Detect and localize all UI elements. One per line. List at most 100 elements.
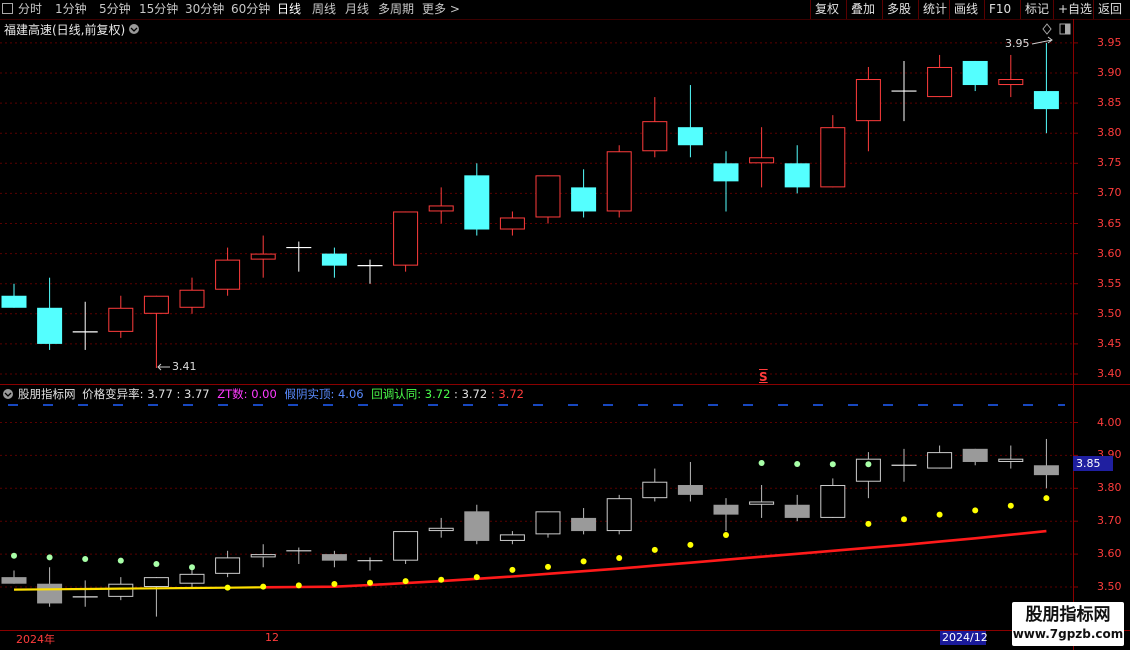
green-dot (829, 461, 836, 468)
candle-body (606, 151, 632, 212)
indicator-body (108, 583, 134, 597)
jy-label: 假阴实顶: (284, 387, 335, 401)
jy-value: 4.06 (337, 387, 364, 401)
candle-body (1033, 91, 1059, 110)
indicator-body (37, 583, 63, 604)
candle-body (784, 163, 810, 188)
indicator-body (250, 554, 276, 558)
candle-body (179, 289, 205, 308)
indicator-tick-label: 4.00 (1097, 415, 1122, 429)
indicator-tick-label: 3.70 (1097, 514, 1122, 528)
indicator-body (749, 501, 775, 505)
indicator-body (321, 554, 347, 561)
kline-chart[interactable] (0, 0, 1130, 650)
candle-body (321, 253, 347, 266)
settings-circle-icon[interactable] (129, 24, 139, 34)
watermark-logo: 股朋指标网 www.7gpzb.com (1012, 602, 1124, 646)
indicator-body (428, 527, 454, 532)
indicator-tick-label: 3.50 (1097, 580, 1122, 593)
low-price-label: 3.41 (172, 360, 197, 373)
indicator-body (143, 577, 169, 588)
indicator-body (820, 485, 846, 518)
price-tick-label: 3.55 (1097, 276, 1122, 290)
green-dot (82, 556, 89, 563)
yellow-dot (901, 516, 907, 523)
green-dot (865, 461, 872, 468)
price-tick-label: 3.75 (1097, 156, 1122, 170)
candle-body (820, 127, 846, 188)
yellow-dot (331, 581, 338, 588)
price-tick-label: 3.45 (1097, 336, 1122, 350)
ht-value-3: : 3.72 (490, 387, 524, 401)
indicator-body (927, 452, 953, 469)
x-axis-end-label: 2024/12 (940, 631, 988, 645)
green-dot (189, 564, 195, 571)
ma-line-red (263, 529, 1047, 589)
yellow-dot (972, 507, 979, 514)
indicator-body (571, 517, 597, 532)
indicator-body (677, 485, 703, 495)
line1-value-2: : 3.77 (176, 387, 210, 401)
indicator-body (1033, 465, 1059, 476)
candle-body (250, 253, 276, 260)
yellow-dot (687, 541, 694, 548)
candle-body (962, 60, 988, 86)
yellow-dot (295, 582, 302, 589)
yellow-dot (224, 584, 231, 591)
x-axis-month-label: 12 (265, 631, 279, 644)
indicator-name: 股朋指标网 (18, 387, 76, 401)
candle-body (535, 175, 561, 218)
indicator-body (998, 458, 1024, 462)
candle-body (108, 307, 134, 332)
price-tick-label: 3.65 (1097, 216, 1122, 230)
candle-body (464, 175, 490, 230)
green-dot (46, 554, 53, 561)
indicator-menu-icon[interactable] (3, 389, 13, 399)
candle-body (37, 307, 63, 344)
indicator-body (179, 573, 205, 584)
x-axis-start-label: 2024年 (16, 633, 55, 646)
price-tick-label: 3.50 (1097, 306, 1122, 320)
ht-value-2: : 3.72 (454, 387, 488, 401)
indicator-body (499, 534, 525, 541)
candle-body (749, 157, 775, 164)
indicator-legend: 股朋指标网 价格变异率: 3.77 : 3.77 ZT数: 0.00 假阴实顶:… (18, 386, 524, 402)
candle-body (428, 205, 454, 212)
zt-value: 0.00 (251, 387, 277, 401)
yellow-dot (651, 546, 658, 553)
line1-value: 3.77 (147, 387, 173, 401)
candle-body (499, 217, 525, 230)
yellow-dot (402, 578, 409, 585)
indicator-body (215, 557, 241, 574)
diamond-icon[interactable] (1042, 23, 1052, 35)
green-dot (794, 460, 801, 467)
yellow-dot (936, 511, 943, 518)
indicator-tick-label: 3.60 (1097, 547, 1122, 561)
indicator-body (535, 511, 561, 535)
yellow-dot (545, 563, 551, 570)
green-dot (758, 459, 765, 466)
indicator-body (713, 504, 739, 515)
yellow-dot (723, 532, 729, 539)
green-dot (153, 560, 160, 567)
indicator-body (464, 511, 490, 541)
candle-body (713, 163, 739, 182)
indicator-body (1, 577, 27, 584)
ht-label: 回调认同: (371, 387, 422, 401)
indicator-body (642, 481, 668, 499)
ht-value: 3.72 (424, 387, 451, 401)
zt-label: ZT数: (217, 387, 248, 401)
price-tick-label: 3.60 (1097, 246, 1122, 260)
green-dot (117, 557, 124, 564)
indicator-body (393, 531, 419, 561)
low-arrow-icon (157, 363, 170, 371)
yellow-dot (1043, 495, 1050, 502)
chart-title: 福建高速(日线,前复权) (4, 23, 126, 37)
candle-body (215, 259, 241, 290)
yellow-dot (438, 576, 445, 583)
price-tick-label: 3.40 (1097, 367, 1122, 380)
candle-body (927, 66, 953, 98)
price-tick-label: 3.70 (1097, 186, 1122, 200)
indicator-body (962, 448, 988, 462)
candle-body (143, 295, 169, 314)
